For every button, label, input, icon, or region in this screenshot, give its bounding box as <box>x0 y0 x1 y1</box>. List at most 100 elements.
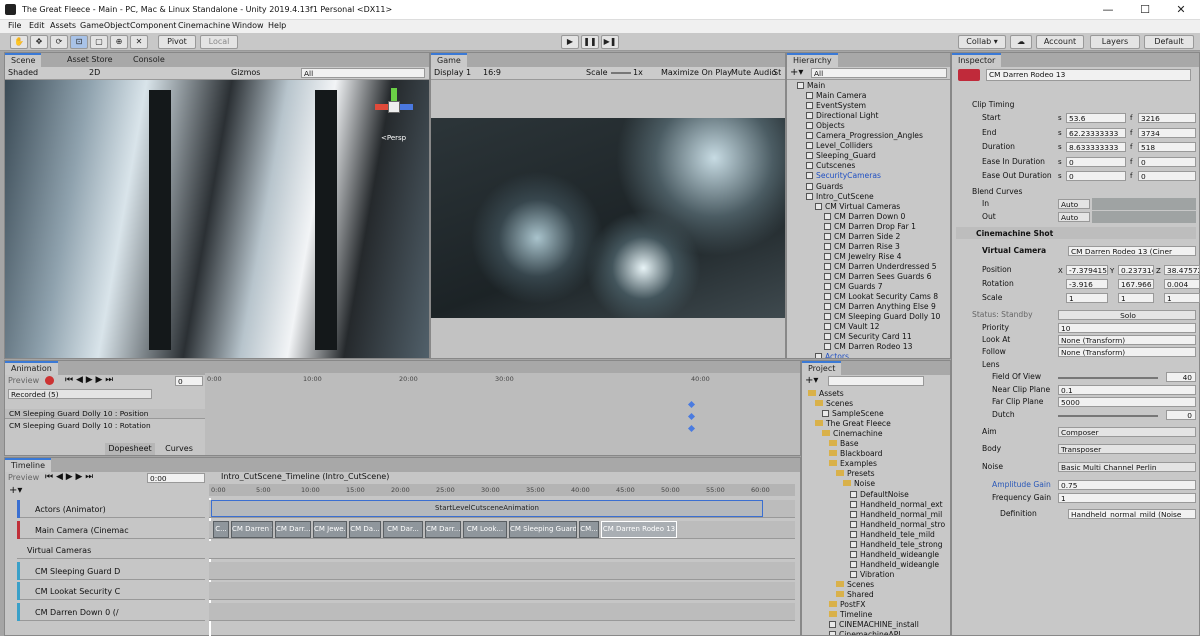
menu-component[interactable]: Component <box>130 21 176 30</box>
hierarchy-item[interactable]: Objects <box>806 121 845 131</box>
animation-frame-field[interactable]: 0 <box>175 376 203 386</box>
project-item[interactable]: Assets <box>808 389 844 399</box>
tab-hierarchy[interactable]: Hierarchy <box>787 53 838 67</box>
solo-button[interactable]: Solo <box>1058 310 1196 320</box>
rotation-x-field[interactable]: -3.916 <box>1066 279 1108 289</box>
scale-z-field[interactable]: 1 <box>1164 293 1200 303</box>
display-dropdown[interactable]: Display 1 <box>434 68 471 77</box>
2d-toggle[interactable]: 2D <box>89 68 100 77</box>
project-item[interactable]: Handheld_wideangle <box>850 560 939 570</box>
lookat-field[interactable]: None (Transform) <box>1058 335 1196 345</box>
cinemachine-shot-clip[interactable]: CM... <box>579 521 599 538</box>
tab-animation[interactable]: Animation <box>5 361 58 375</box>
tab-scene[interactable]: Scene <box>5 53 42 67</box>
maximize-button[interactable]: ☐ <box>1132 2 1158 17</box>
hierarchy-item[interactable]: CM Darren Down 0 <box>824 212 905 222</box>
aspect-dropdown[interactable]: 16:9 <box>483 68 501 77</box>
tab-inspector[interactable]: Inspector <box>952 53 1002 67</box>
menu-window[interactable]: Window <box>232 21 264 30</box>
cinemachine-shot-clip[interactable]: CM Darr... <box>425 521 461 538</box>
hierarchy-item[interactable]: Cutscenes <box>806 161 855 171</box>
scene-search-input[interactable]: All <box>301 68 425 78</box>
aim-label[interactable]: Aim <box>982 426 997 438</box>
track-header[interactable]: CM Darren Down 0 (/ <box>17 602 205 621</box>
hierarchy-item[interactable]: Intro_CutScene <box>806 192 874 202</box>
tab-timeline[interactable]: Timeline <box>5 458 52 472</box>
transform-tool-icon[interactable]: ⊕ <box>110 35 128 49</box>
cinemachine-shot-clip[interactable]: CM Darren Rodeo 13 <box>601 521 677 538</box>
timing-seconds-field[interactable]: 0 <box>1066 171 1126 181</box>
rotate-tool-icon[interactable]: ⟳ <box>50 35 68 49</box>
track-group-header[interactable]: Virtual Cameras <box>17 541 205 559</box>
custom-tool-icon[interactable]: ✕ <box>130 35 148 49</box>
hierarchy-item[interactable]: CM Virtual Cameras <box>815 202 900 212</box>
project-item[interactable]: Handheld_normal_ext <box>850 500 943 510</box>
scale-tool-icon[interactable]: ⊡ <box>70 35 88 49</box>
project-item[interactable]: Cinemachine <box>822 429 883 439</box>
persp-label[interactable]: <Persp <box>381 134 406 142</box>
project-item[interactable]: The Great Fleece <box>815 419 891 429</box>
blend-in-dropdown[interactable]: Auto <box>1058 199 1090 209</box>
hierarchy-item[interactable]: Level_Colliders <box>806 141 873 151</box>
hierarchy-item[interactable]: Directional Light <box>806 111 878 121</box>
project-item[interactable]: Handheld_tele_mild <box>850 530 935 540</box>
timeline-preview-button[interactable]: Preview <box>8 473 39 482</box>
hierarchy-item[interactable]: CM Security Card 11 <box>824 332 912 342</box>
position-x-field[interactable]: -7.379415 <box>1066 265 1108 275</box>
hierarchy-item[interactable]: SecurityCameras <box>806 171 881 181</box>
account-dropdown[interactable]: Account <box>1036 35 1084 49</box>
tab-console[interactable]: Console <box>127 53 171 67</box>
minimize-button[interactable]: — <box>1095 2 1121 17</box>
track-header[interactable]: CM Lookat Security C <box>17 582 205 600</box>
timeline-time-field[interactable]: 0:00 <box>147 473 205 483</box>
rotation-y-field[interactable]: 167.966 <box>1118 279 1154 289</box>
dutch-field[interactable]: 0 <box>1166 410 1196 420</box>
add-track-button[interactable]: +▾ <box>9 485 22 496</box>
hierarchy-item[interactable]: Camera_Progression_Angles <box>806 131 923 141</box>
hierarchy-item[interactable]: CM Lookat Security Cams 8 <box>824 292 938 302</box>
priority-field[interactable]: 10 <box>1058 323 1196 333</box>
position-z-field[interactable]: 38.47572 <box>1164 265 1200 275</box>
layers-dropdown[interactable]: Layers <box>1090 35 1140 49</box>
timing-frames-field[interactable]: 0 <box>1138 156 1196 167</box>
timing-frames-field[interactable]: 3216 <box>1138 113 1196 123</box>
pivot-button[interactable]: Pivot <box>158 35 196 49</box>
cinemachine-shot-header[interactable]: Cinemachine Shot <box>956 227 1196 239</box>
project-item[interactable]: DefaultNoise <box>850 490 909 500</box>
project-item[interactable]: Handheld_normal_mil <box>850 510 942 520</box>
create-button[interactable]: +▾ <box>790 67 803 78</box>
hierarchy-item[interactable]: Sleeping_Guard <box>806 151 876 161</box>
blend-out-dropdown[interactable]: Auto <box>1058 212 1090 222</box>
scene-viewport[interactable]: <Persp <box>5 80 429 358</box>
anim-transport-icons[interactable]: ⏮ ◀ ▶ ▶ ⏭ <box>65 375 113 385</box>
animation-property[interactable]: CM Sleeping Guard Dolly 10 : Rotation <box>9 421 151 430</box>
track-header[interactable]: CM Sleeping Guard D <box>17 561 205 580</box>
blend-out-curve[interactable] <box>1092 211 1196 223</box>
menu-file[interactable]: File <box>8 21 21 30</box>
scale-slider[interactable] <box>611 72 631 74</box>
hierarchy-item[interactable]: Guards <box>806 182 843 192</box>
noise-dropdown[interactable]: Basic Multi Channel Perlin <box>1058 462 1196 472</box>
track-lane[interactable] <box>209 602 795 621</box>
track-header[interactable]: Actors (Animator) <box>17 500 205 518</box>
hierarchy-item[interactable]: CM Guards 7 <box>824 282 883 292</box>
project-item[interactable]: Examples <box>829 459 877 469</box>
hierarchy-item[interactable]: CM Sleeping Guard Dolly 10 <box>824 312 940 322</box>
animation-clip-dropdown[interactable]: Recorded (5) <box>8 389 152 399</box>
body-label[interactable]: Body <box>982 443 1001 455</box>
animation-preview-button[interactable]: Preview <box>8 376 39 385</box>
curves-tab[interactable]: Curves <box>157 443 201 455</box>
frequency-gain-field[interactable]: 1 <box>1058 493 1196 503</box>
blend-in-curve[interactable] <box>1092 198 1196 210</box>
project-item[interactable]: SampleScene <box>822 409 884 419</box>
layout-dropdown[interactable]: Default <box>1144 35 1194 49</box>
scale-y-field[interactable]: 1 <box>1118 293 1154 303</box>
hierarchy-item[interactable]: CM Jewelry Rise 4 <box>824 252 901 262</box>
position-y-field[interactable]: 0.237314 <box>1118 265 1154 275</box>
project-item[interactable]: Shared <box>836 590 874 600</box>
timing-seconds-field[interactable]: 0 <box>1066 156 1126 167</box>
track-lane[interactable] <box>209 582 795 600</box>
amplitude-gain-field[interactable]: 0.75 <box>1058 480 1196 490</box>
track-header[interactable]: Main Camera (Cinemac <box>17 520 205 539</box>
keyframe-icon[interactable] <box>687 424 696 433</box>
